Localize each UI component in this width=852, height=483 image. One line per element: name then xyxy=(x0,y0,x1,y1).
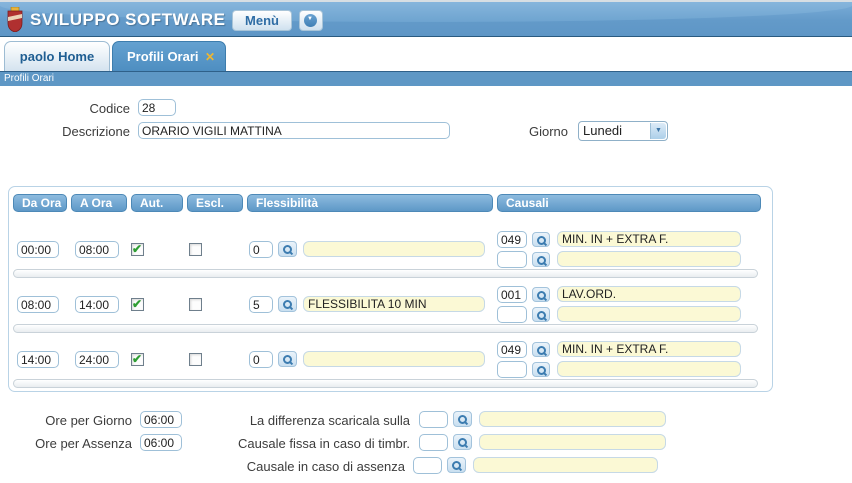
horizontal-scrollbar[interactable] xyxy=(13,379,758,388)
differenza-desc-field[interactable] xyxy=(479,411,666,427)
escl-checkbox[interactable] xyxy=(189,298,202,311)
search-icon[interactable] xyxy=(532,362,550,377)
descrizione-input[interactable] xyxy=(138,122,450,139)
da-ora-input[interactable] xyxy=(17,241,59,258)
chevron-down-icon xyxy=(304,14,317,27)
codice-input[interactable] xyxy=(138,99,176,116)
ore-per-assenza-input[interactable] xyxy=(140,434,182,451)
search-icon[interactable] xyxy=(532,287,550,302)
ore-per-assenza-label: Ore per Assenza xyxy=(0,436,132,451)
search-icon[interactable] xyxy=(532,307,550,322)
column-header-escl: Escl. xyxy=(187,194,243,212)
close-tab-icon[interactable]: ✕ xyxy=(205,42,215,72)
causale-desc-field[interactable] xyxy=(557,286,741,302)
search-icon[interactable] xyxy=(532,252,550,267)
column-header-flessibilita: Flessibilità xyxy=(247,194,493,212)
tab-profili-orari[interactable]: Profili Orari ✕ xyxy=(112,41,226,71)
causale-assenza-code-input[interactable] xyxy=(413,457,442,474)
app-header: SVILUPPO SOFTWARE Menù xyxy=(0,0,852,37)
menu-dropdown-button[interactable] xyxy=(299,10,323,31)
ore-per-giorno-label: Ore per Giorno xyxy=(0,413,132,428)
table-row xyxy=(9,231,772,286)
column-header-aut: Aut. xyxy=(131,194,183,212)
menu-button[interactable]: Menù xyxy=(232,10,292,31)
flessibilita-input[interactable] xyxy=(249,241,273,258)
causale-fissa-desc-field[interactable] xyxy=(479,434,666,450)
causale-code-input[interactable] xyxy=(497,286,527,303)
a-ora-input[interactable] xyxy=(75,351,119,368)
causale-fissa-code-input[interactable] xyxy=(419,434,448,451)
giorno-label: Giorno xyxy=(470,124,568,139)
causale-desc-field[interactable] xyxy=(557,341,741,357)
aut-checkbox[interactable] xyxy=(131,353,144,366)
search-icon[interactable] xyxy=(532,342,550,357)
profili-orari-grid: Da Ora A Ora Aut. Escl. Flessibilità Cau… xyxy=(8,186,773,392)
search-icon[interactable] xyxy=(453,434,472,450)
da-ora-input[interactable] xyxy=(17,296,59,313)
tab-paolo-home[interactable]: paolo Home xyxy=(4,41,110,71)
tab-bar: paolo Home Profili Orari ✕ xyxy=(0,40,852,71)
causale-code-input[interactable] xyxy=(497,341,527,358)
app-title: SVILUPPO SOFTWARE xyxy=(30,10,226,30)
ore-per-giorno-input[interactable] xyxy=(140,411,182,428)
column-header-da-ora: Da Ora xyxy=(13,194,67,212)
a-ora-input[interactable] xyxy=(75,241,119,258)
causale-assenza-desc-field[interactable] xyxy=(473,457,658,473)
horizontal-scrollbar[interactable] xyxy=(13,324,758,333)
column-header-causali: Causali xyxy=(497,194,761,212)
causale-desc-field[interactable] xyxy=(557,231,741,247)
causale-desc-field[interactable] xyxy=(557,361,741,377)
descrizione-label: Descrizione xyxy=(0,124,130,139)
differenza-code-input[interactable] xyxy=(419,411,448,428)
causale-code-input[interactable] xyxy=(497,251,527,268)
causale-assenza-label: Causale in caso di assenza xyxy=(180,459,405,474)
causale-code-input[interactable] xyxy=(497,231,527,248)
giorno-selected-value: Lunedi xyxy=(583,123,622,138)
codice-label: Codice xyxy=(0,101,130,116)
a-ora-input[interactable] xyxy=(75,296,119,313)
escl-checkbox[interactable] xyxy=(189,243,202,256)
flessibilita-desc-field[interactable] xyxy=(303,351,485,367)
causale-code-input[interactable] xyxy=(497,306,527,323)
coat-of-arms-icon xyxy=(6,7,24,32)
search-icon[interactable] xyxy=(278,296,297,312)
escl-checkbox[interactable] xyxy=(189,353,202,366)
flessibilita-input[interactable] xyxy=(249,296,273,313)
tab-profili-orari-label: Profili Orari xyxy=(127,49,199,64)
breadcrumb: Profili Orari xyxy=(0,71,852,86)
search-icon[interactable] xyxy=(278,351,297,367)
search-icon[interactable] xyxy=(453,411,472,427)
search-icon[interactable] xyxy=(447,457,466,473)
differenza-label: La differenza scaricala sulla xyxy=(180,413,410,428)
table-row xyxy=(9,286,772,341)
giorno-select[interactable]: Lunedi xyxy=(578,121,668,141)
search-icon[interactable] xyxy=(532,232,550,247)
flessibilita-input[interactable] xyxy=(249,351,273,368)
horizontal-scrollbar[interactable] xyxy=(13,269,758,278)
column-header-a-ora: A Ora xyxy=(71,194,127,212)
aut-checkbox[interactable] xyxy=(131,243,144,256)
causale-code-input[interactable] xyxy=(497,361,527,378)
da-ora-input[interactable] xyxy=(17,351,59,368)
select-arrow-icon xyxy=(650,123,666,139)
causale-fissa-label: Causale fissa in caso di timbr. xyxy=(180,436,410,451)
causale-desc-field[interactable] xyxy=(557,306,741,322)
table-row xyxy=(9,341,772,396)
flessibilita-desc-field[interactable] xyxy=(303,241,485,257)
flessibilita-desc-field[interactable] xyxy=(303,296,485,312)
aut-checkbox[interactable] xyxy=(131,298,144,311)
search-icon[interactable] xyxy=(278,241,297,257)
causale-desc-field[interactable] xyxy=(557,251,741,267)
